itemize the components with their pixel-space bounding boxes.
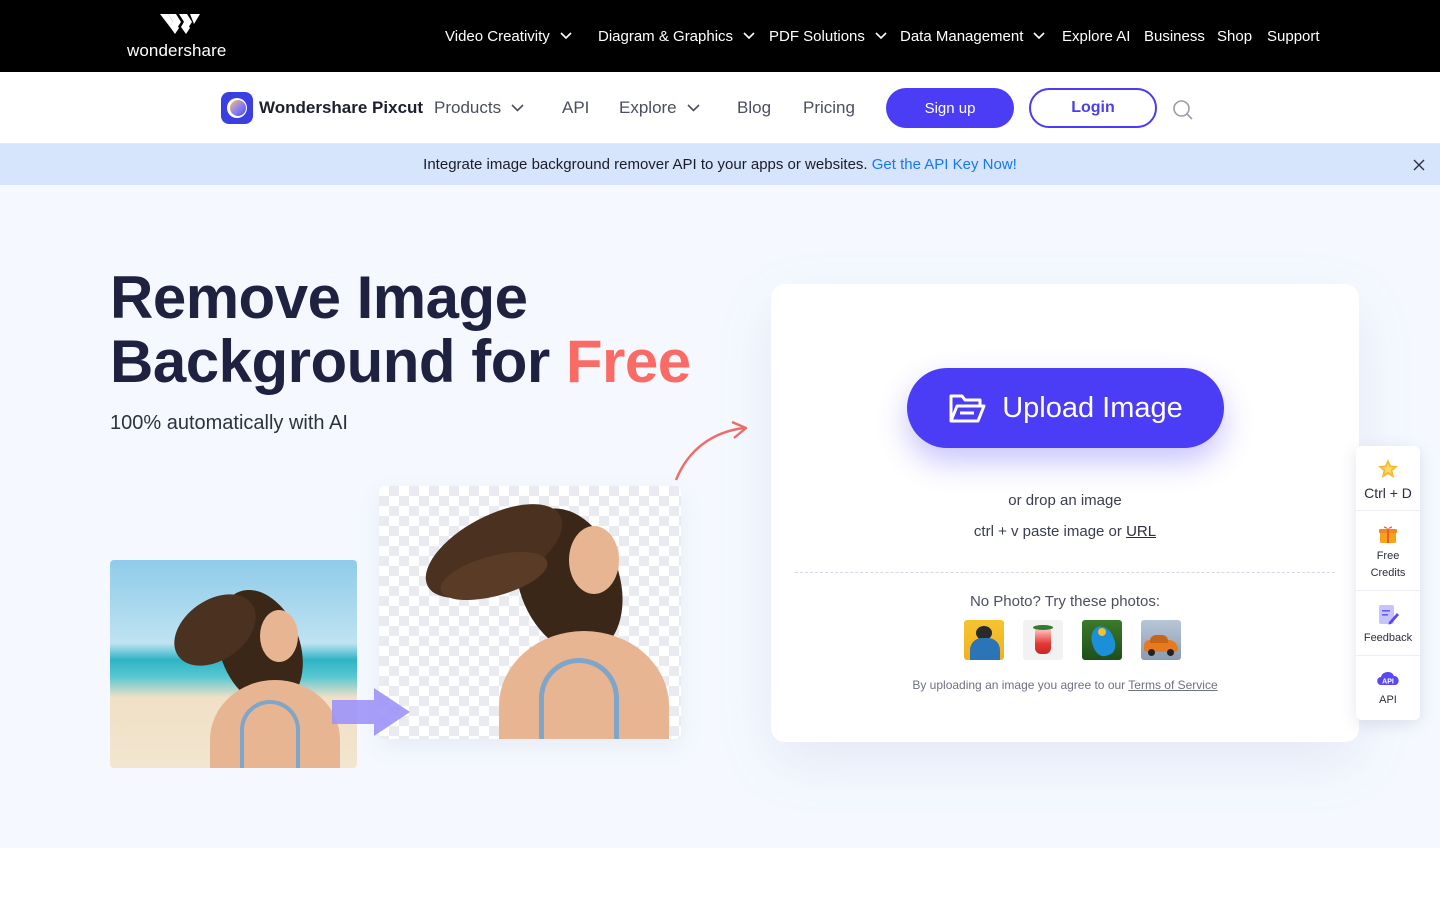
product-nav-label: Blog	[737, 98, 772, 117]
drop-hint: or drop an image	[1008, 492, 1122, 509]
side-label: API	[1379, 694, 1397, 706]
upload-card[interactable]	[771, 284, 1359, 742]
signup-button[interactable]: Sign up	[886, 88, 1014, 128]
global-nav-data-management[interactable]: Data Management	[900, 0, 1045, 72]
divider	[1356, 590, 1420, 591]
gift-icon	[1379, 526, 1397, 543]
bookmark-shortcut[interactable]: Ctrl + D	[1356, 458, 1420, 501]
product-nav-bar: Wondershare Pixcut Products API Explore …	[0, 72, 1440, 144]
url-link[interactable]: URL	[1126, 523, 1156, 540]
global-nav-label: Explore AI	[1062, 27, 1131, 45]
product-nav-api[interactable]: API	[562, 98, 589, 118]
product-nav-explore[interactable]: Explore	[619, 98, 700, 118]
hero-title-line1: Remove Image	[110, 264, 528, 331]
folder-open-icon	[949, 394, 986, 423]
banner-text: Integrate image background remover API t…	[423, 156, 868, 173]
global-nav-label: Business	[1144, 27, 1205, 45]
product-nav-label: Pricing	[803, 98, 855, 117]
paste-hint: ctrl + v paste image or URL	[771, 523, 1359, 540]
terms-notice: By uploading an image you agree to our T…	[771, 678, 1359, 692]
divider	[1356, 510, 1420, 511]
terms-text: By uploading an image you agree to our	[912, 678, 1129, 692]
hero-title-line2: Background for	[110, 328, 566, 395]
close-icon[interactable]	[1412, 158, 1426, 172]
before-photo	[110, 560, 357, 768]
upload-image-button[interactable]: Upload Image	[907, 368, 1224, 448]
product-nav-pricing[interactable]: Pricing	[803, 98, 855, 118]
api-icon: API	[1377, 671, 1399, 686]
hero-subtitle: 100% automatically with AI	[110, 412, 348, 434]
wondershare-wordmark: wondershare	[127, 41, 227, 60]
pixcut-logo-icon[interactable]	[221, 92, 253, 124]
global-nav-shop[interactable]: Shop	[1217, 0, 1252, 72]
global-nav-video-creativity[interactable]: Video Creativity	[445, 0, 572, 72]
feedback-button[interactable]: Feedback	[1356, 604, 1420, 644]
sample-photo-drink[interactable]	[1023, 620, 1063, 660]
api-promo-banner: Integrate image background remover API t…	[0, 144, 1440, 185]
api-side-button[interactable]: API API	[1356, 668, 1420, 706]
search-icon[interactable]	[1172, 99, 1194, 121]
side-label: Ctrl + D	[1364, 485, 1412, 501]
sample-photos-heading: No Photo? Try these photos:	[969, 593, 1161, 610]
chevron-down-icon	[511, 104, 524, 112]
upload-button-label: Upload Image	[1002, 391, 1183, 424]
side-label: Feedback	[1363, 632, 1413, 644]
global-nav-business[interactable]: Business	[1144, 0, 1205, 72]
global-nav-label: Video Creativity	[445, 27, 550, 45]
sample-photo-man[interactable]	[964, 620, 1004, 660]
star-icon	[1378, 459, 1398, 478]
global-nav-label: Support	[1267, 27, 1320, 45]
sample-photo-parrot[interactable]	[1082, 620, 1122, 660]
free-credits-button[interactable]: Free Credits	[1356, 524, 1420, 582]
feedback-icon	[1379, 605, 1399, 625]
product-nav-label: Explore	[619, 98, 677, 117]
product-nav-products[interactable]: Products	[434, 98, 524, 118]
divider	[1356, 655, 1420, 656]
global-nav-bar: wondershare Video Creativity Diagram & G…	[0, 0, 1440, 72]
divider	[795, 572, 1335, 573]
chevron-down-icon	[743, 32, 755, 40]
hero-title-accent: Free	[565, 328, 691, 395]
side-label: Free Credits	[1370, 550, 1406, 579]
wondershare-mark-icon	[160, 14, 200, 34]
product-nav-blog[interactable]: Blog	[737, 98, 771, 118]
global-nav-explore-ai[interactable]: Explore AI	[1062, 0, 1130, 72]
api-key-link[interactable]: Get the API Key Now!	[872, 156, 1017, 173]
wondershare-logo[interactable]: wondershare	[127, 14, 233, 60]
terms-of-service-link[interactable]: Terms of Service	[1128, 678, 1217, 692]
chevron-down-icon	[687, 104, 700, 112]
login-button[interactable]: Login	[1029, 88, 1157, 128]
global-nav-pdf-solutions[interactable]: PDF Solutions	[769, 0, 887, 72]
product-nav-label: API	[562, 98, 590, 117]
paste-hint-text: ctrl + v paste image or	[973, 523, 1127, 540]
chevron-down-icon	[560, 32, 572, 40]
sample-photo-car[interactable]	[1141, 620, 1181, 660]
global-nav-diagram-graphics[interactable]: Diagram & Graphics	[598, 0, 755, 72]
after-photo	[379, 486, 681, 739]
svg-text:API: API	[1382, 679, 1394, 686]
chevron-down-icon	[1033, 32, 1045, 40]
global-nav-label: Data Management	[900, 27, 1024, 45]
chevron-down-icon	[875, 32, 887, 40]
product-name[interactable]: Wondershare Pixcut	[259, 98, 423, 118]
side-toolbar: Ctrl + D Free Credits Feedback API API	[1356, 446, 1420, 720]
global-nav-label: Shop	[1217, 27, 1253, 45]
product-nav-label: Products	[434, 98, 502, 117]
global-nav-label: PDF Solutions	[769, 27, 865, 45]
arrow-right-icon	[332, 688, 410, 736]
global-nav-support[interactable]: Support	[1267, 0, 1320, 72]
global-nav-label: Diagram & Graphics	[598, 27, 734, 45]
hero-title: Remove Image Background for Free	[110, 266, 691, 394]
curved-arrow-icon	[674, 420, 748, 481]
